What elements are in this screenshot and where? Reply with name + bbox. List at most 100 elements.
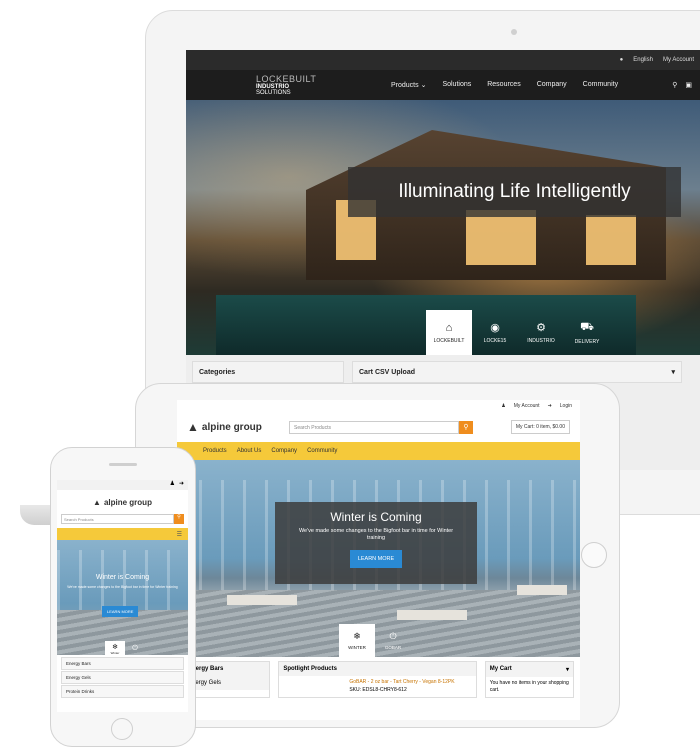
power-icon: ⏻ [132, 645, 138, 652]
user-icon[interactable]: ♟ [170, 480, 175, 490]
bench [397, 610, 467, 620]
tablet-header: ▲ alpine group Search Products ⚲ My Cart:… [177, 412, 580, 442]
logo-line-1: LOCKEBUILT [256, 73, 317, 84]
login-icon: ➜ [547, 403, 552, 409]
mountain-icon: ▲ [187, 420, 199, 434]
cart-csv-label: Cart CSV Upload [359, 368, 416, 376]
login-icon[interactable]: ➜ [179, 480, 184, 490]
tablet-nav: Products About Us Company Community [177, 442, 580, 460]
nav-resources[interactable]: Resources [487, 81, 520, 89]
nav-company[interactable]: Company [271, 448, 297, 454]
laptop-hero-tabs: ⌂ LOCKEBUILT ◉ LOCKE15 ⚙ INDUSTRIO ⛟ DELIVER… [426, 310, 610, 355]
tab-winter[interactable]: ❄ Winter [105, 641, 125, 655]
tablet-top-bar: ♟ My Account ➜ Login [177, 400, 580, 412]
search-icon[interactable]: ⚲ [672, 81, 677, 89]
phone-hero: Winter is Coming We've made some changes… [57, 540, 188, 655]
tab-label: LOCKE15 [483, 338, 507, 344]
category-item[interactable]: Energy Bars [61, 657, 184, 670]
category-item[interactable]: Energy Gels [184, 676, 270, 690]
nav-solutions[interactable]: Solutions [442, 81, 471, 89]
my-cart-panel: My Cart ▾ You have no items in your shopp… [484, 661, 575, 698]
nav-community[interactable]: Community [307, 448, 337, 454]
hero-subtitle: We've made some changes to the Bigfoot b… [67, 585, 178, 589]
search-button[interactable]: ⚲ [459, 420, 473, 434]
tab-label: DELIVERY [574, 338, 600, 345]
spotlight-heading: Spotlight Products [279, 662, 476, 676]
house-window [466, 210, 536, 265]
gear-icon: ⚙ [536, 322, 546, 334]
category-item[interactable]: Energy Bars [184, 662, 270, 676]
nav-products[interactable]: Products [203, 448, 227, 454]
my-cart-header[interactable]: My Cart ▾ [485, 662, 574, 677]
chevron-down-icon: ▾ [566, 667, 570, 673]
login-link[interactable]: Login [560, 403, 572, 409]
account-link[interactable]: My Account [663, 57, 694, 63]
categories-list: Energy Bars Energy Gels [183, 661, 271, 698]
search-input[interactable]: Search Products [289, 420, 459, 434]
logo-text: alpine group [201, 421, 262, 433]
my-account-link[interactable]: My Account [514, 403, 540, 409]
cart-empty-text: You have no items in your shopping cart. [489, 680, 569, 693]
alpine-logo[interactable]: ▲ alpine group [187, 420, 279, 434]
phone-nav-bar: ☰ [57, 528, 188, 540]
tab-locke15[interactable]: ◉ LOCKE15 [472, 310, 518, 355]
user-icon: ♟ [501, 403, 506, 409]
tab-industrio[interactable]: ⚙ INDUSTRIO [518, 310, 564, 355]
spotlight-products: Spotlight Products GoBAR - 2 oz bar - Ta… [278, 661, 477, 698]
product-sku: SKU: EDSL8-CHRY8-612 [349, 687, 407, 693]
product-name-link[interactable]: GoBAR - 2 oz bar - Tart Cherry - Vegan 8… [279, 676, 475, 685]
logo-text: alpine group [103, 497, 152, 507]
category-item[interactable]: Protein Drinks [61, 685, 184, 698]
hamburger-icon[interactable]: ☰ [177, 531, 182, 538]
truck-icon: ⛟ [580, 320, 594, 333]
laptop-nav: LOCKEBUILT INDUSTRIO SOLUTIONS Products … [186, 70, 700, 100]
nav-community[interactable]: Community [583, 81, 618, 89]
laptop-menu: Products ⌄ Solutions Resources Company C… [391, 81, 618, 89]
tablet-hero: Winter is Coming We've made some changes… [177, 460, 580, 657]
nav-products[interactable]: Products ⌄ [391, 81, 426, 89]
phone-screen: ♟ ➜ ▲ alpine group Search Products ⚲ ☰ Wi… [57, 480, 188, 712]
bench [227, 595, 297, 605]
power-icon: ⏻ [389, 631, 397, 641]
tab-label: GOBAR [384, 645, 402, 650]
laptop-hero: Illuminating Life Intelligently ⌂ LOCKEBU… [186, 100, 700, 355]
bench [517, 585, 567, 595]
categories-header[interactable]: Categories [192, 361, 344, 383]
tab-gobar[interactable]: ⏻ GOBAR [375, 624, 411, 657]
snowflake-icon: ❄ [353, 631, 361, 641]
cart-csv-upload[interactable]: Cart CSV Upload ▾ [352, 361, 682, 383]
home-icon: ⌂ [445, 321, 453, 334]
phone-speaker [109, 463, 137, 466]
tablet-home-button [581, 542, 607, 568]
hero-title: Winter is Coming [330, 510, 422, 524]
mountain-icon: ▲ [93, 497, 101, 507]
search-button[interactable]: ⚲ [174, 514, 184, 524]
logo-line-3: SOLUTIONS [256, 89, 291, 96]
globe-icon: ● [619, 57, 624, 63]
phone-categories: Energy Bars Energy Gels Protein Drinks [57, 655, 188, 701]
cart-icon[interactable]: ▣ [685, 81, 692, 89]
phone-search: Search Products ⚲ [57, 514, 188, 524]
phone-home-button [111, 718, 133, 740]
tab-power[interactable]: ⏻ [125, 641, 145, 655]
laptop-camera [511, 29, 517, 35]
hero-subtitle: We've made some changes to the Bigfoot b… [298, 528, 454, 542]
language-link[interactable]: English [633, 57, 653, 63]
tab-delivery[interactable]: ⛟ DELIVERY [564, 310, 610, 355]
search-input[interactable]: Search Products [61, 514, 174, 524]
hero-banner: Winter is Coming We've made some changes… [275, 502, 477, 584]
cart-button[interactable]: My Cart: 0 item, $0.00 [510, 420, 570, 434]
category-item[interactable]: Energy Gels [61, 671, 184, 684]
nav-about-us[interactable]: About Us [237, 448, 262, 454]
laptop-top-bar: ● English My Account [186, 50, 700, 70]
laptop-nav-icons: ⚲ ▣ [672, 81, 700, 89]
alpine-logo[interactable]: ▲ alpine group [57, 490, 188, 514]
lockebuilt-logo[interactable]: LOCKEBUILT INDUSTRIO SOLUTIONS [256, 73, 317, 96]
nav-company[interactable]: Company [537, 81, 567, 89]
tab-lockebuilt[interactable]: ⌂ LOCKEBUILT [426, 310, 472, 355]
tab-winter[interactable]: ❄ WINTER [339, 624, 375, 657]
tablet-hero-tabs: ❄ WINTER ⏻ GOBAR [339, 624, 411, 657]
learn-more-button[interactable]: LEARN MORE [349, 550, 403, 569]
tab-label: Winter [110, 651, 120, 655]
learn-more-button[interactable]: LEARN MORE [102, 606, 139, 617]
